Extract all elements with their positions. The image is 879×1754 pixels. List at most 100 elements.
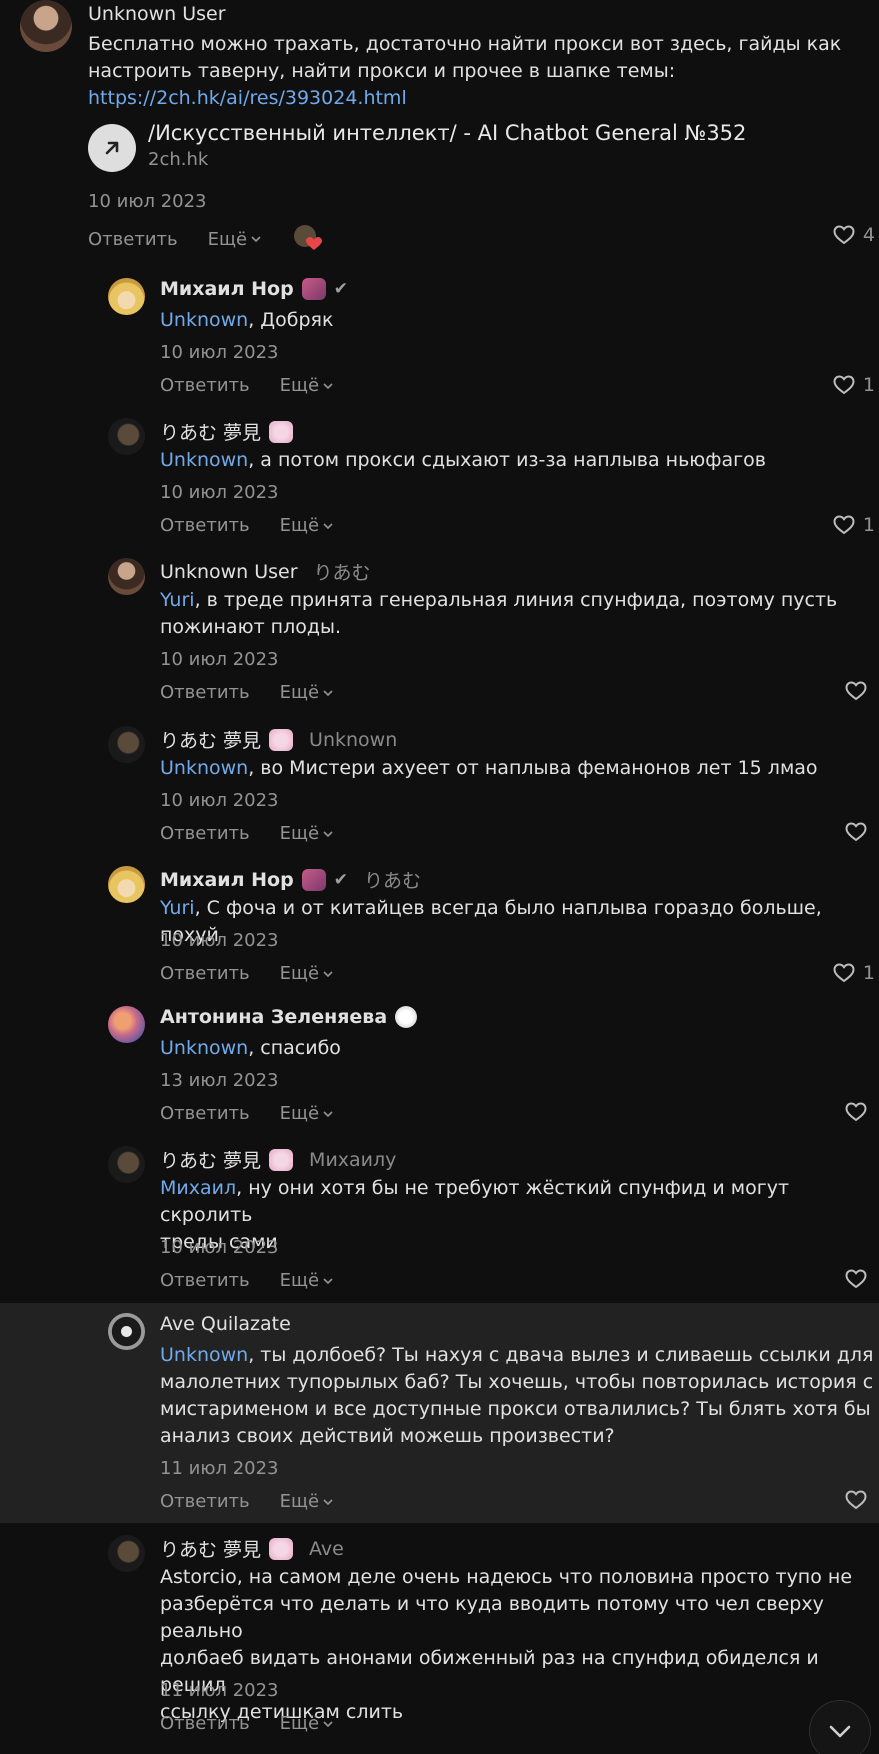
- avatar[interactable]: [108, 558, 145, 595]
- comment: りあむ 夢見 Unknown, а потом прокси сдыхают и…: [0, 410, 879, 540]
- avatar[interactable]: [108, 1313, 145, 1350]
- comment-author[interactable]: Михаил Нор ✔ りあむ: [160, 866, 421, 893]
- mention-link[interactable]: Unknown: [160, 757, 248, 779]
- avatar[interactable]: [108, 726, 145, 763]
- like-button[interactable]: 1: [833, 962, 875, 984]
- reaction-icon[interactable]: [292, 225, 323, 253]
- mention-link[interactable]: Михаил: [160, 1177, 236, 1199]
- comment-actions: Ответить Ещё: [160, 1103, 334, 1124]
- comment: Михаил Нор ✔ Unknown, Добряк 10 июл 2023…: [0, 270, 879, 400]
- like-count: 1: [862, 374, 875, 396]
- heart-icon: [833, 225, 855, 245]
- post-author[interactable]: Unknown User: [88, 3, 226, 25]
- avatar[interactable]: [108, 278, 145, 315]
- emoji-sticker-icon: [301, 278, 326, 300]
- comment-author[interactable]: りあむ 夢見 Ave: [160, 1535, 344, 1562]
- comment-author[interactable]: Unknown User りあむ: [160, 558, 371, 585]
- reply-to-label[interactable]: Михаилу: [309, 1149, 396, 1171]
- comment-author[interactable]: Михаил Нор ✔: [160, 278, 348, 300]
- post-link[interactable]: https://2ch.hk/ai/res/393024.html: [88, 85, 868, 112]
- comment-author[interactable]: りあむ 夢見 Михаилу: [160, 1146, 396, 1173]
- more-button[interactable]: Ещё: [280, 515, 334, 536]
- chevron-down-icon: [829, 1725, 851, 1738]
- checkmark-icon: ✔: [333, 869, 348, 890]
- comment-author[interactable]: Ave Quilazate: [160, 1313, 291, 1335]
- reply-button[interactable]: Ответить: [160, 1491, 250, 1512]
- comment-date[interactable]: 13 июл 2023: [160, 1070, 279, 1091]
- mention-link[interactable]: Unknown: [160, 309, 248, 331]
- comment-date[interactable]: 10 июл 2023: [160, 342, 279, 363]
- reply-button[interactable]: Ответить: [160, 375, 250, 396]
- like-button[interactable]: 4: [833, 224, 875, 246]
- comment-author[interactable]: りあむ 夢見: [160, 418, 294, 445]
- mention-link[interactable]: Yuri: [160, 897, 195, 919]
- more-button[interactable]: Ещё: [280, 1491, 334, 1512]
- avatar[interactable]: [108, 418, 145, 455]
- comment: Антонина Зеленяева Unknown, спасибо 13 и…: [0, 998, 879, 1128]
- like-button[interactable]: 1: [833, 514, 875, 536]
- emoji-sticker-icon: [395, 1006, 418, 1028]
- reply-button[interactable]: Ответить: [160, 1713, 250, 1734]
- reply-button[interactable]: Ответить: [160, 1103, 250, 1124]
- more-button[interactable]: Ещё: [280, 823, 334, 844]
- reply-button[interactable]: Ответить: [160, 1270, 250, 1291]
- comment-date[interactable]: 10 июл 2023: [160, 930, 279, 951]
- mention-link[interactable]: Unknown: [160, 1037, 248, 1059]
- heart-icon: [833, 963, 855, 983]
- comment-date[interactable]: 11 июл 2023: [160, 1458, 279, 1479]
- more-button[interactable]: Ещё: [208, 229, 262, 250]
- comment-text: Unknown, а потом прокси сдыхают из-за на…: [160, 449, 766, 471]
- avatar[interactable]: [108, 866, 145, 903]
- more-button[interactable]: Ещё: [280, 963, 334, 984]
- comment-text: Unknown, спасибо: [160, 1037, 341, 1059]
- heart-icon: [845, 1269, 867, 1289]
- reply-button[interactable]: Ответить: [160, 823, 250, 844]
- reply-button[interactable]: Ответить: [88, 229, 178, 250]
- comment-date[interactable]: 10 июл 2023: [160, 790, 279, 811]
- more-button[interactable]: Ещё: [280, 1103, 334, 1124]
- heart-icon: [833, 515, 855, 535]
- comment-author[interactable]: Антонина Зеленяева: [160, 1006, 418, 1028]
- link-preview-card[interactable]: /Искусственный интеллект/ - AI Chatbot G…: [88, 121, 788, 172]
- chevron-down-icon: [251, 236, 261, 243]
- like-button[interactable]: [845, 1269, 875, 1289]
- more-button[interactable]: Ещё: [280, 1270, 334, 1291]
- checkmark-icon: ✔: [333, 279, 348, 299]
- more-button[interactable]: Ещё: [280, 375, 334, 396]
- like-button[interactable]: 1: [833, 374, 875, 396]
- comment: Unknown User りあむ Yuri, в треде принята ге…: [0, 550, 879, 710]
- comment-date[interactable]: 10 июл 2023: [160, 649, 279, 670]
- mention-link[interactable]: Unknown: [160, 449, 248, 471]
- like-button[interactable]: [845, 681, 875, 701]
- reply-to-label[interactable]: りあむ: [364, 866, 421, 893]
- link-card-domain: 2ch.hk: [148, 149, 209, 170]
- comment-author[interactable]: りあむ 夢見 Unknown: [160, 726, 397, 753]
- root-post: Unknown User Бесплатно можно трахать, до…: [0, 0, 879, 250]
- chevron-down-icon: [323, 1498, 333, 1505]
- avatar[interactable]: [108, 1146, 145, 1183]
- post-date[interactable]: 10 июл 2023: [88, 191, 207, 212]
- more-button[interactable]: Ещё: [280, 682, 334, 703]
- mention-link[interactable]: Unknown: [160, 1344, 248, 1366]
- reply-to-label[interactable]: りあむ: [314, 558, 371, 585]
- like-button[interactable]: [845, 1102, 875, 1122]
- heart-icon: [845, 1490, 867, 1510]
- like-button[interactable]: [845, 1490, 875, 1510]
- chevron-down-icon: [323, 970, 333, 977]
- reply-button[interactable]: Ответить: [160, 682, 250, 703]
- avatar[interactable]: [108, 1535, 145, 1572]
- comment: りあむ 夢見 Ave Astorcio, на самом деле очень…: [0, 1527, 879, 1754]
- mention-link[interactable]: Yuri: [160, 589, 195, 611]
- comment-date[interactable]: 10 июл 2023: [160, 1237, 279, 1258]
- like-button[interactable]: [845, 822, 875, 842]
- reply-button[interactable]: Ответить: [160, 515, 250, 536]
- comment-date[interactable]: 10 июл 2023: [160, 482, 279, 503]
- scroll-down-button[interactable]: [809, 1700, 871, 1754]
- comment-date[interactable]: 11 июл 2023: [160, 1680, 279, 1701]
- avatar[interactable]: [20, 0, 72, 52]
- reply-to-label[interactable]: Unknown: [309, 729, 397, 751]
- avatar[interactable]: [108, 1006, 145, 1043]
- more-button[interactable]: Ещё: [280, 1713, 334, 1734]
- reply-to-label[interactable]: Ave: [309, 1538, 344, 1560]
- reply-button[interactable]: Ответить: [160, 963, 250, 984]
